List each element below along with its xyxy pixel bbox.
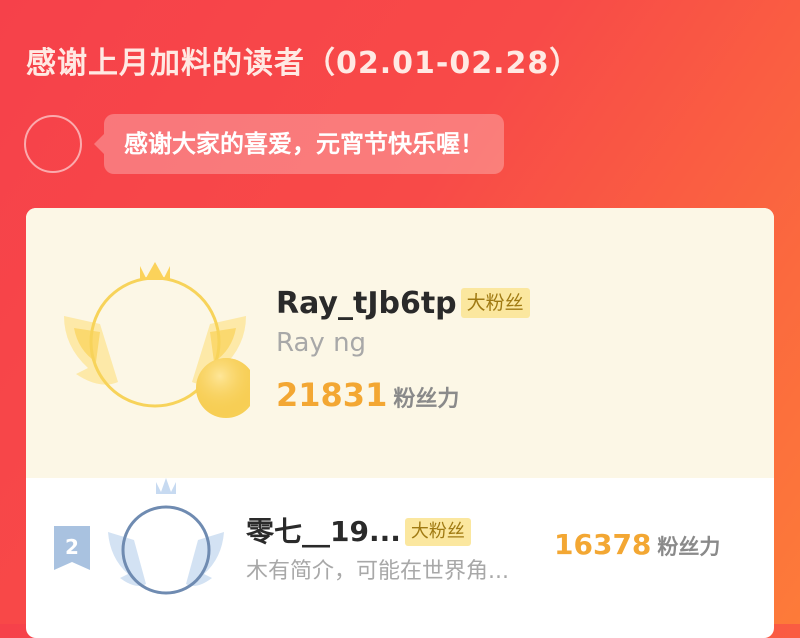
page-title: 感谢上月加料的读者（02.01-02.28） bbox=[26, 46, 581, 81]
fan-power-value: 16378 bbox=[554, 528, 652, 561]
top-fan-description: Ray ng bbox=[276, 328, 367, 358]
fan-power-unit: 粉丝力 bbox=[393, 387, 460, 412]
gold-crown-wings-badge-icon bbox=[64, 262, 250, 418]
rank-number: 2 bbox=[65, 535, 79, 559]
top-fan-score: 21831 粉丝力 bbox=[276, 376, 459, 414]
second-fan-description: 木有简介，可能在世界角... bbox=[246, 559, 509, 584]
speech-bubble-tail bbox=[94, 134, 104, 154]
top-fan-name[interactable]: Ray_tJb6tp 大粉丝 bbox=[276, 286, 530, 321]
author-avatar[interactable] bbox=[24, 115, 82, 173]
second-fan-score: 16378 粉丝力 bbox=[554, 528, 720, 561]
fan-level-badge: 大粉丝 bbox=[460, 288, 530, 318]
second-fan-username: 零七__19... bbox=[246, 515, 401, 548]
silver-crown-wings-badge-icon bbox=[108, 478, 224, 595]
fan-leaderboard-card: Ray_tJb6tp 大粉丝 Ray ng 21831 粉丝力 2 零七__19..… bbox=[26, 208, 774, 638]
top-fan-username: Ray_tJb6tp bbox=[276, 286, 457, 321]
fan-power-value: 21831 bbox=[276, 376, 388, 414]
fan-power-unit: 粉丝力 bbox=[657, 535, 721, 559]
author-message-bubble: 感谢大家的喜爱，元宵节快乐喔！ bbox=[104, 114, 504, 174]
second-fan-name[interactable]: 零七__19... 大粉丝 bbox=[246, 510, 471, 550]
rank-flag-icon: 2 bbox=[54, 526, 90, 570]
fan-level-badge: 大粉丝 bbox=[404, 518, 471, 546]
